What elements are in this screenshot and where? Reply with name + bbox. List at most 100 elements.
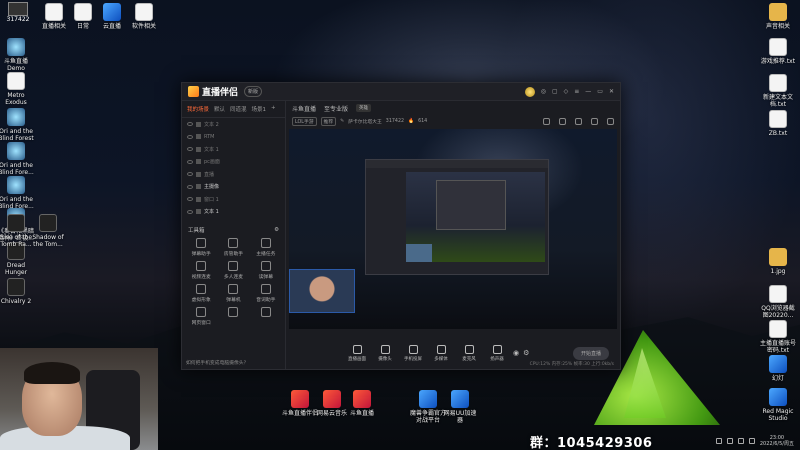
tool-room-admin[interactable]: 房管助手 <box>218 238 248 257</box>
desktop-icon-douyu-demo[interactable]: 斗鱼直播 Demo <box>0 38 44 72</box>
desktop-icon-software[interactable]: 软件相关 <box>116 3 172 30</box>
control-mic[interactable]: 麦克风 <box>457 344 481 362</box>
system-tray: 23:00 2022/6/5/周五 <box>670 432 800 450</box>
multi-user-icon <box>228 261 239 271</box>
desktop-icon-chivalry[interactable]: Chivalry 2 <box>0 278 44 305</box>
nested-app-preview <box>365 159 549 275</box>
text-file-icon <box>769 38 787 56</box>
edit-icon[interactable]: ✎ <box>340 119 344 124</box>
eye-icon[interactable] <box>187 122 193 127</box>
eye-icon[interactable] <box>187 209 193 214</box>
settings-icon[interactable]: ⚙ <box>274 227 279 233</box>
record-icon[interactable]: ◉ <box>513 349 519 357</box>
clock[interactable]: 23:00 2022/6/5/周五 <box>760 435 794 447</box>
chat-icon[interactable]: ▢ <box>552 88 558 95</box>
game-icon <box>7 176 25 194</box>
source-item[interactable]: 文本 1 <box>182 206 285 219</box>
tool-web-window[interactable]: 网页窗口 <box>186 307 216 326</box>
tab-scene1[interactable]: 场景1 <box>252 105 267 113</box>
source-item[interactable]: pc画面 <box>182 156 285 169</box>
tool-read-danmu[interactable]: 读弹幕 <box>251 261 281 280</box>
window-controls: ◎ ▢ ◇ ≡ — ▭ ✕ <box>524 86 614 97</box>
desktop-icon-qq-shot[interactable]: QQ浏览器截 图20220... <box>750 285 800 319</box>
desktop-icon-ori2[interactable]: Ori and the Blind Fore... <box>0 142 44 176</box>
tool-video-link[interactable]: 视频连麦 <box>186 261 216 280</box>
eye-icon[interactable] <box>187 134 193 139</box>
eye-icon[interactable] <box>187 172 193 177</box>
tool-word-helper[interactable]: 音词助手 <box>251 284 281 303</box>
desktop-icon-red-magic[interactable]: Red Magic Studio <box>750 388 800 422</box>
desktop-icon-uu[interactable]: 网易UU加速 器 <box>432 390 488 424</box>
control-screen[interactable]: 直播画面 <box>345 344 369 362</box>
avatar[interactable] <box>524 86 535 97</box>
bell-icon[interactable]: ◇ <box>564 88 569 95</box>
source-item[interactable]: 文本 1 <box>182 143 285 156</box>
tab-default[interactable]: 默认 <box>214 105 225 113</box>
source-item[interactable]: 直播 <box>182 168 285 181</box>
volume-icon[interactable] <box>737 438 744 444</box>
settings-icon[interactable]: ⚙ <box>523 349 529 357</box>
eye-icon[interactable] <box>187 159 193 164</box>
tab-tongdao[interactable]: 同道混 <box>230 105 247 113</box>
network-icon[interactable] <box>726 438 733 444</box>
menu-icon[interactable]: ≡ <box>574 88 579 95</box>
tool-danmu-machine[interactable]: 弹幕机 <box>218 284 248 303</box>
tool-multi-link[interactable]: 多人连麦 <box>218 261 248 280</box>
streaming-app-window[interactable]: 直播伴侣 新版 ◎ ▢ ◇ ≡ — ▭ ✕ 我的场景 默认 同道混 场景1 + <box>181 82 621 370</box>
desktop-icon-account[interactable]: 主播直播账号 密码.txt <box>750 320 800 354</box>
desktop-icon-sound[interactable]: 声音相关 <box>750 3 800 30</box>
tag-pill[interactable]: 推荐 <box>320 116 337 126</box>
desktop-icon-metro[interactable]: Metro Exodus <box>0 72 44 106</box>
desktop-icon-shadow-tomb[interactable]: Shadow of the Tom... <box>20 214 76 248</box>
desktop-icon-ori1[interactable]: Ori and the Blind Forest <box>0 108 44 142</box>
notify-icon[interactable] <box>591 117 598 125</box>
headset-icon[interactable]: ◎ <box>541 88 546 95</box>
tool-anchor-task[interactable]: 主播任务 <box>251 238 281 257</box>
tab-hero[interactable]: 英雄 <box>356 104 372 112</box>
desktop-icon-slides[interactable]: 幻灯 <box>750 355 800 382</box>
store-icon[interactable] <box>543 117 550 125</box>
ime-icon[interactable] <box>748 438 755 444</box>
desktop-icon-ori3[interactable]: Ori and the Blind Fore... <box>0 176 44 210</box>
eye-icon[interactable] <box>187 197 193 202</box>
tab-pro[interactable]: 至专业版 <box>324 104 348 113</box>
uu-icon <box>451 390 469 408</box>
tool-more[interactable] <box>218 307 248 326</box>
control-speaker[interactable]: 扬声器 <box>485 344 509 362</box>
desktop-icon-douyu[interactable]: 斗鱼直播 <box>334 390 390 417</box>
control-phone[interactable]: 手机投屏 <box>401 344 425 362</box>
tool-collapse[interactable] <box>251 307 281 326</box>
camera-icon <box>380 344 390 354</box>
source-item[interactable]: 主摄像 <box>182 181 285 194</box>
add-scene-icon[interactable]: + <box>271 105 276 113</box>
minimize-icon[interactable]: — <box>585 88 591 95</box>
source-item[interactable]: 窗口 1 <box>182 193 285 206</box>
close-icon[interactable]: ✕ <box>609 88 614 95</box>
maximize-icon[interactable]: ▭ <box>597 88 603 95</box>
up-arrow-icon[interactable] <box>715 438 722 444</box>
category-pill[interactable]: LOL手游 <box>292 116 317 126</box>
desktop-icon-game-rec[interactable]: 游戏推荐.txt <box>750 38 800 65</box>
start-live-button[interactable]: 开始直播 <box>572 346 609 360</box>
room-title: 萨卡尔比塔大王 <box>348 119 382 125</box>
title-bar[interactable]: 直播伴侣 新版 ◎ ▢ ◇ ≡ — ▭ ✕ <box>182 83 620 101</box>
tool-danmu-helper[interactable]: 弹幕助手 <box>186 238 216 257</box>
eye-icon[interactable] <box>187 184 193 189</box>
desktop-icon-zb[interactable]: ZB.txt <box>750 110 800 137</box>
desktop-icon-new-text[interactable]: 新建文本文 档.txt <box>750 74 800 108</box>
source-item[interactable]: RTM <box>182 131 285 144</box>
live-preview[interactable] <box>289 129 617 329</box>
tab-my-scene[interactable]: 我的场景 <box>187 105 209 113</box>
tab-douyu-live[interactable]: 斗鱼直播 <box>292 104 316 113</box>
gift-icon[interactable] <box>559 117 566 125</box>
play-icon <box>436 344 446 354</box>
control-media[interactable]: 多媒体 <box>429 344 453 362</box>
eye-icon[interactable] <box>187 147 193 152</box>
desktop-icon-jpg[interactable]: 1.jpg <box>750 248 800 275</box>
source-item[interactable]: 文本 2 <box>182 118 285 131</box>
phone-camera-hint[interactable]: 如何把手机变成电脑摄像头？ <box>186 359 248 366</box>
tool-avatar[interactable]: 虚拟形象 <box>186 284 216 303</box>
export-icon[interactable] <box>575 117 582 125</box>
grid-icon[interactable] <box>607 117 614 125</box>
control-camera[interactable]: 摄像头 <box>373 344 397 362</box>
